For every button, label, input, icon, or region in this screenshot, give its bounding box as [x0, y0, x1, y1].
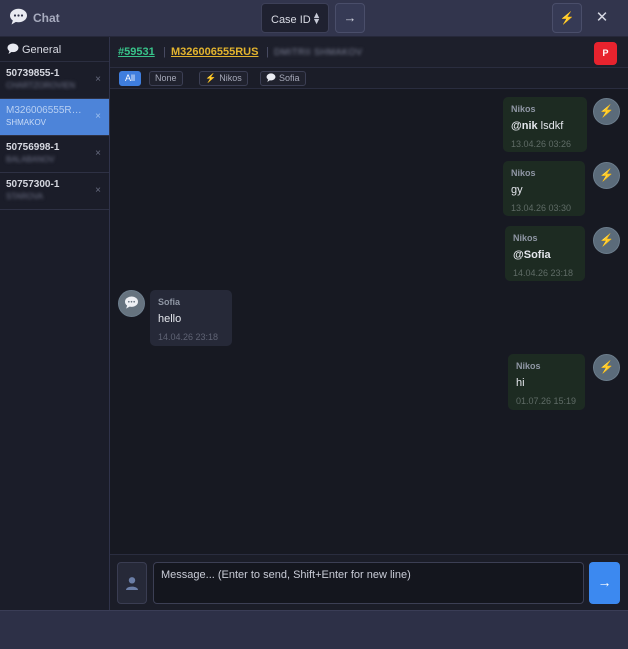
message-text: @nik lsdkf	[511, 120, 579, 132]
lightning-icon: ⚡	[559, 11, 575, 25]
separator: |	[163, 46, 166, 58]
message-time: 01.07.26 15:19	[516, 396, 577, 406]
user-button[interactable]	[117, 562, 147, 604]
avatar: ⚡	[593, 227, 620, 254]
user-icon	[126, 577, 138, 590]
message-bubble: Nikos @nik lsdkf 13.04.26 03:26	[503, 97, 587, 152]
message-author: Nikos	[516, 361, 541, 371]
window-title: Chat	[33, 11, 60, 25]
chat-header: #59531 | M326006555RUS | DMITRII SHMAKOV…	[110, 37, 628, 68]
tracking-number-link[interactable]: M326006555RUS	[171, 46, 258, 58]
window-footer	[0, 610, 628, 649]
lightning-button[interactable]: ⚡	[552, 3, 582, 33]
close-chat-icon[interactable]: ×	[95, 148, 101, 159]
close-icon: ✕	[595, 9, 609, 26]
chevron-updown-icon: ▲ ▼	[312, 10, 321, 26]
chat-main: #59531 | M326006555RUS | DMITRII SHMAKOV…	[110, 37, 628, 610]
avatar: ⚡	[593, 98, 620, 125]
sidebar-item-general[interactable]: General	[0, 37, 109, 62]
filter-sofia[interactable]: Sofia	[260, 71, 306, 86]
close-chat-icon[interactable]: ×	[95, 185, 101, 196]
chat-list-item[interactable]: 50756998-1 BALABANOV ×	[0, 136, 109, 173]
case-id-select[interactable]: Case ID ▲ ▼	[261, 3, 329, 33]
message-list: Nikos @nik lsdkf 13.04.26 03:26 ⚡ Nikos …	[110, 90, 628, 554]
message-text: hello	[158, 313, 224, 325]
chat-id: 50757300-1	[6, 179, 60, 190]
lightning-icon: ⚡	[205, 73, 217, 83]
chat-id: 50739855-1	[6, 68, 60, 79]
chat-window: Chat Case ID ▲ ▼ → ⚡ ✕ General 50739855-1…	[0, 0, 628, 649]
message-text: hi	[516, 377, 577, 389]
sidebar-item-label: General	[22, 44, 62, 56]
message-author: Sofia	[158, 297, 181, 307]
chat-list-item[interactable]: 50757300-1 STAROVA ×	[0, 173, 109, 210]
message-time: 13.04.26 03:30	[511, 203, 572, 213]
lightning-icon: ⚡	[599, 233, 614, 247]
customer-name: DMITRII SHMAKOV	[274, 47, 363, 57]
chat-id: 50756998-1	[6, 142, 60, 153]
message-input[interactable]	[153, 562, 584, 604]
mention: @nik	[511, 120, 538, 132]
message-bubble: Nikos @Sofia 14.04.26 23:18	[505, 226, 585, 281]
message-bubble: Nikos hi 01.07.26 15:19	[508, 354, 585, 410]
message-author: Nikos	[511, 168, 536, 178]
chat-sidebar: General 50739855-1 CHARTZOROVIEN × M3260…	[0, 37, 110, 610]
p-badge-button[interactable]: P	[594, 42, 617, 65]
message-bubble: Sofia hello 14.04.26 23:18	[150, 290, 232, 346]
case-number-link[interactable]: #59531	[118, 46, 155, 58]
filter-nikos[interactable]: ⚡ Nikos	[199, 71, 248, 86]
message-body: hi	[516, 377, 525, 389]
title-bar: Chat Case ID ▲ ▼ → ⚡ ✕	[0, 0, 628, 37]
message-body: lsdkf	[537, 120, 564, 132]
filter-label: Nikos	[219, 73, 242, 83]
send-button[interactable]: →	[589, 562, 620, 604]
chat-customer-name: CHARTZOROVIEN	[6, 81, 76, 90]
chat-customer-name: BALABANOV	[6, 155, 55, 164]
arrow-right-icon: →	[597, 574, 612, 590]
go-button[interactable]: →	[335, 3, 365, 33]
speech-bubble-icon	[10, 8, 27, 25]
avatar	[118, 290, 145, 317]
filter-none[interactable]: None	[149, 71, 183, 86]
message-time: 13.04.26 03:26	[511, 139, 572, 149]
close-button[interactable]: ✕	[590, 6, 614, 30]
lightning-icon: ⚡	[599, 104, 614, 118]
close-chat-icon[interactable]: ×	[95, 74, 101, 85]
close-chat-icon[interactable]: ×	[95, 111, 101, 122]
speech-bubble-icon	[125, 296, 138, 309]
filter-all[interactable]: All	[119, 71, 142, 86]
message-body: gy	[511, 184, 523, 196]
case-id-select-label: Case ID	[271, 14, 311, 26]
message-time: 14.04.26 23:18	[513, 268, 574, 278]
message-author: Nikos	[513, 233, 538, 243]
chat-list-item-active[interactable]: M326006555R… SHMAKOV ×	[0, 99, 109, 136]
message-author: Nikos	[511, 104, 536, 114]
message-bubble: Nikos gy 13.04.26 03:30	[503, 161, 585, 216]
lightning-icon: ⚡	[599, 168, 614, 182]
speech-bubble-icon	[266, 73, 276, 82]
chat-customer-name: STAROVA	[6, 192, 44, 201]
separator: |	[266, 46, 269, 58]
participant-filters: All None ⚡ Nikos Sofia	[110, 68, 628, 89]
filter-label: Sofia	[279, 73, 300, 83]
avatar: ⚡	[593, 162, 620, 189]
speech-bubble-icon	[7, 43, 19, 54]
chat-id: M326006555R…	[6, 105, 82, 116]
avatar: ⚡	[593, 354, 620, 381]
message-body: hello	[158, 313, 182, 325]
message-text: gy	[511, 184, 577, 196]
message-time: 14.04.26 23:18	[158, 332, 219, 342]
mention: @Sofia	[513, 249, 551, 261]
lightning-icon: ⚡	[599, 360, 614, 374]
message-text: @Sofia	[513, 249, 577, 261]
message-composer: →	[110, 554, 628, 610]
chat-customer-name: SHMAKOV	[6, 118, 47, 127]
chat-list-item[interactable]: 50739855-1 CHARTZOROVIEN ×	[0, 62, 109, 99]
